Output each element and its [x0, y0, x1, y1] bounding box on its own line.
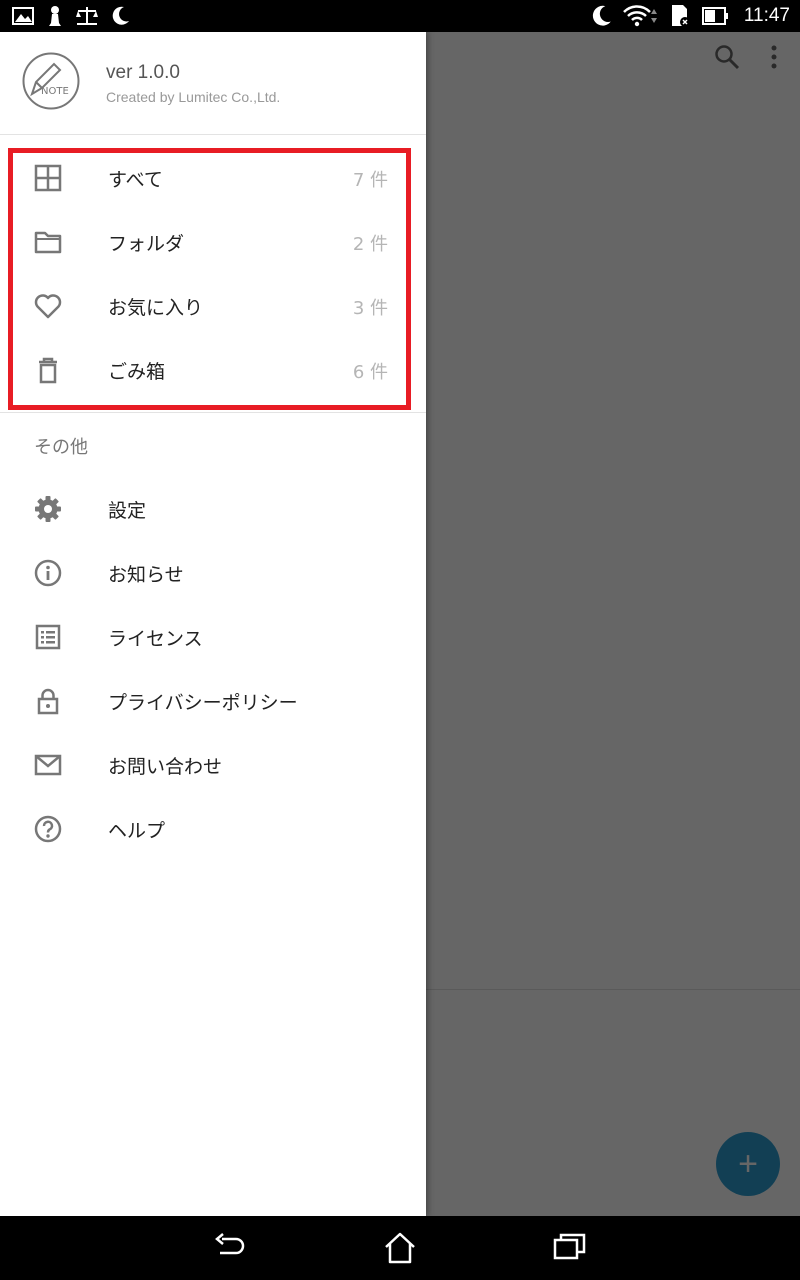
drawer-item-label: 設定	[108, 500, 147, 522]
drawer-item-label: フォルダ	[108, 233, 185, 255]
scales-icon	[76, 7, 98, 25]
drawer-item-label: ライセンス	[108, 628, 203, 650]
status-bar: 11:47	[0, 0, 800, 32]
sd-card-icon	[671, 5, 690, 27]
list-icon	[35, 624, 61, 650]
drawer-item-license[interactable]: ライセンス	[0, 604, 426, 668]
drawer-item-label: ヘルプ	[108, 820, 166, 842]
status-time: 11:47	[743, 5, 790, 26]
wifi-icon	[622, 5, 657, 27]
note-logo-icon: NOTE	[22, 52, 80, 110]
drawer-item-count: 6 件	[352, 362, 388, 383]
drawer-item-count: 2 件	[352, 234, 388, 255]
drawer-item-favorites[interactable]: お気に入り 3 件	[0, 273, 426, 337]
battery-icon	[701, 7, 728, 25]
drawer-item-folder[interactable]: フォルダ 2 件	[0, 209, 426, 273]
home-icon[interactable]	[382, 1230, 418, 1266]
moon-icon	[112, 6, 129, 25]
drawer-item-settings[interactable]: 設定	[0, 476, 426, 540]
trash-icon	[39, 357, 57, 384]
info-icon	[34, 559, 62, 587]
drawer-item-label: すべて	[108, 169, 163, 191]
folder-icon	[34, 231, 62, 254]
navigation-drawer: NOTE ver 1.0.0 Created by Lumitec Co.,Lt…	[0, 32, 426, 1216]
chess-pawn-icon	[49, 6, 61, 26]
gear-icon	[35, 496, 61, 522]
app-content: + NOTE ver 1.0.0 Created by Lumitec Co.,…	[0, 32, 800, 1216]
mail-icon	[34, 754, 62, 776]
back-icon[interactable]	[212, 1230, 248, 1266]
app-version: ver 1.0.0	[106, 62, 180, 83]
grid-icon	[34, 164, 62, 192]
drawer-item-contact[interactable]: お問い合わせ	[0, 732, 426, 796]
drawer-item-label: お知らせ	[108, 564, 184, 586]
moon-icon	[592, 5, 611, 26]
drawer-item-label: ごみ箱	[108, 361, 166, 383]
drawer-item-news[interactable]: お知らせ	[0, 540, 426, 604]
created-by: Created by Lumitec Co.,Ltd.	[106, 89, 281, 105]
help-icon	[34, 815, 62, 843]
drawer-item-label: お問い合わせ	[108, 756, 223, 778]
gallery-icon	[12, 7, 34, 25]
system-nav-bar	[0, 1216, 800, 1280]
drawer-item-label: プライバシーポリシー	[108, 692, 298, 714]
section-title-other: その他	[34, 437, 88, 458]
lock-icon	[37, 688, 59, 715]
recent-apps-icon[interactable]	[552, 1230, 588, 1266]
drawer-item-label: お気に入り	[108, 297, 204, 319]
drawer-item-all[interactable]: すべて 7 件	[0, 145, 426, 209]
divider	[0, 412, 426, 413]
drawer-item-count: 7 件	[352, 170, 388, 191]
drawer-item-count: 3 件	[352, 298, 388, 319]
drawer-item-help[interactable]: ヘルプ	[0, 796, 426, 860]
drawer-item-privacy[interactable]: プライバシーポリシー	[0, 668, 426, 732]
logo-text: NOTE	[41, 86, 69, 97]
drawer-header: NOTE ver 1.0.0 Created by Lumitec Co.,Lt…	[0, 32, 426, 135]
heart-icon	[34, 294, 62, 319]
drawer-item-trash[interactable]: ごみ箱 6 件	[0, 337, 426, 401]
